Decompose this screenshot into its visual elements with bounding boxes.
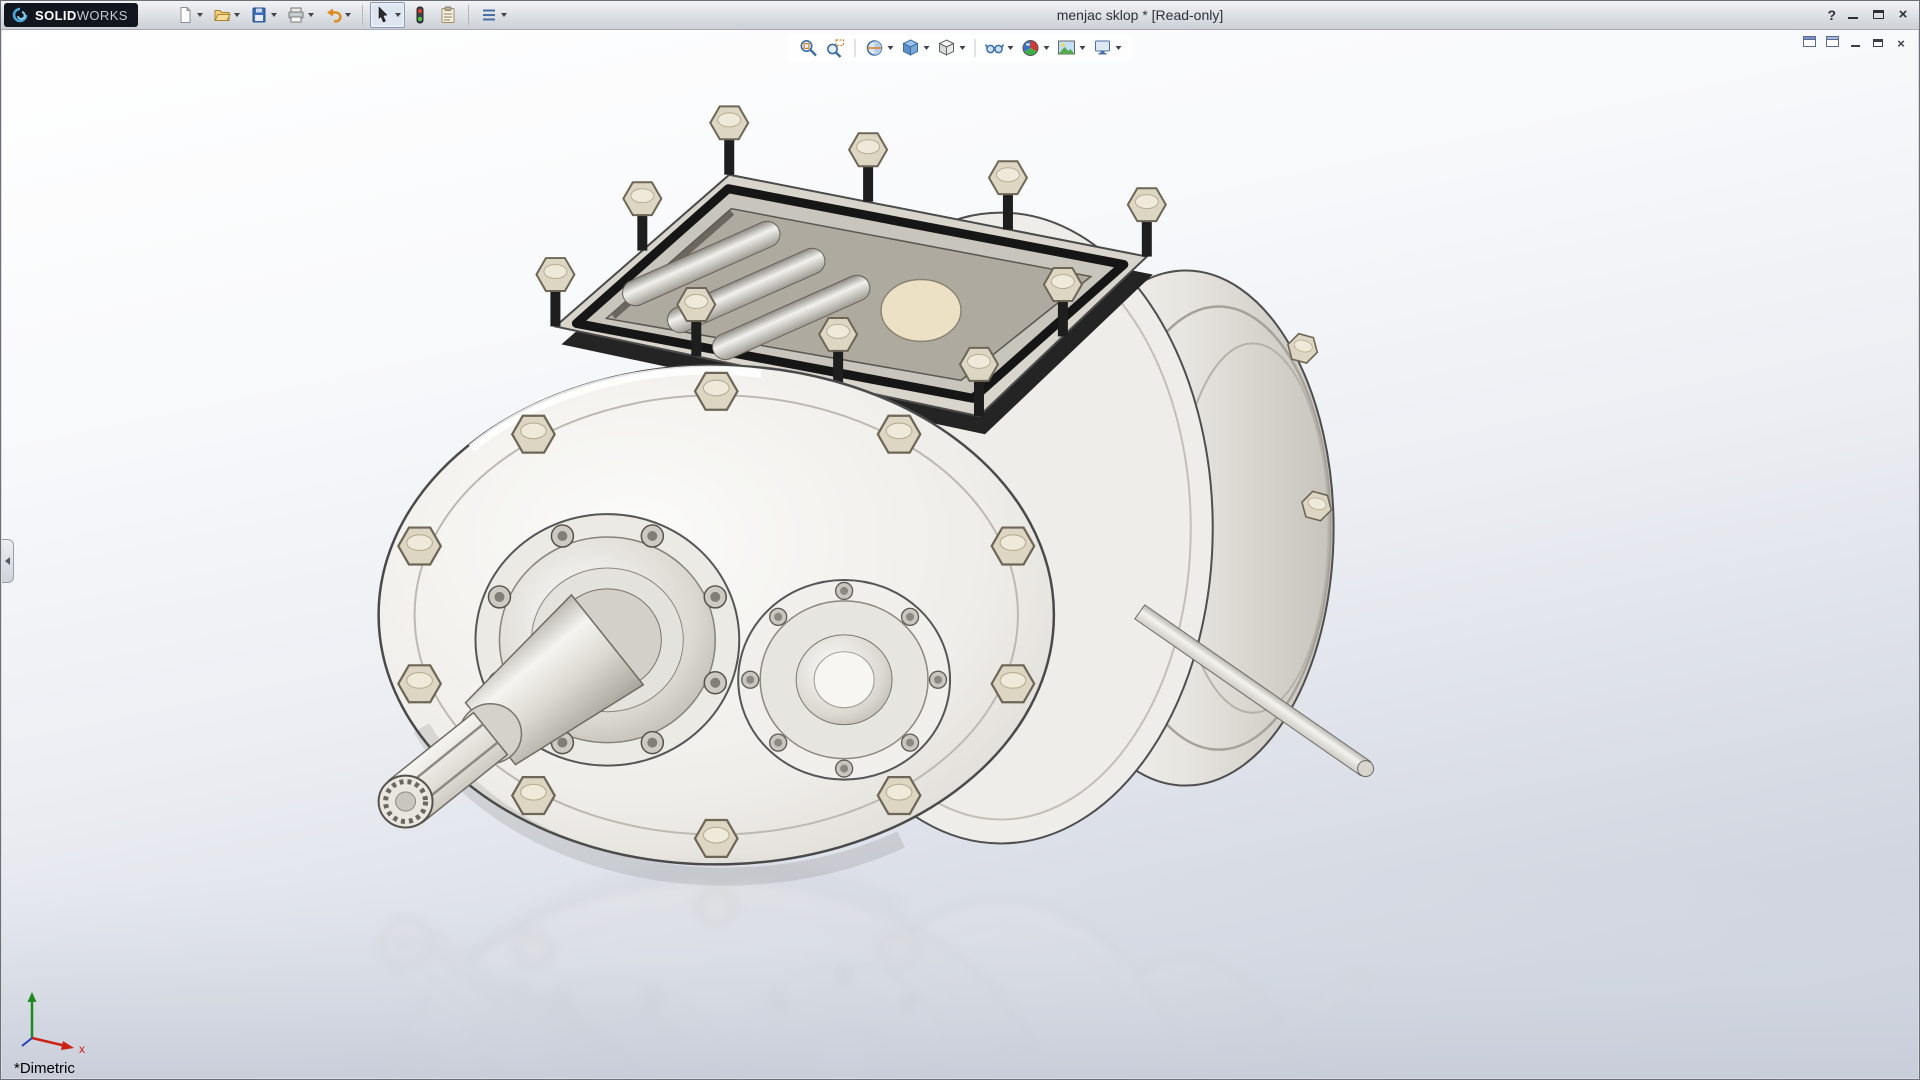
restore-button[interactable] xyxy=(1870,6,1886,24)
minimize-document-button[interactable] xyxy=(1847,36,1863,51)
dropdown-arrow-icon[interactable] xyxy=(197,13,203,17)
restore-icon xyxy=(1873,39,1883,47)
next-window-button[interactable] xyxy=(1824,36,1840,51)
minimize-button[interactable] xyxy=(1845,6,1861,24)
new-document-icon xyxy=(176,6,194,24)
open-folder-icon xyxy=(213,6,231,24)
appearance-ball-icon xyxy=(1021,38,1041,58)
options-list-icon xyxy=(480,6,498,24)
dropdown-arrow-icon[interactable] xyxy=(924,46,930,50)
window-controls: ? × xyxy=(1827,1,1911,29)
window-icon xyxy=(1826,36,1839,47)
dropdown-arrow-icon[interactable] xyxy=(308,13,314,17)
section-view-icon xyxy=(865,38,885,58)
edit-appearance-button[interactable] xyxy=(1019,37,1052,59)
document-title: menjac sklop * [Read-only] xyxy=(1057,1,1224,29)
dropdown-arrow-icon[interactable] xyxy=(1044,46,1050,50)
main-toolbar xyxy=(172,2,511,28)
apply-scene-button[interactable] xyxy=(1055,37,1088,59)
left-pane-collapsed-tab[interactable] xyxy=(2,539,14,583)
dropdown-arrow-icon[interactable] xyxy=(1116,46,1122,50)
minimize-icon xyxy=(1851,45,1860,47)
headsup-toolbar xyxy=(788,35,1133,61)
brand-solid: SOLID xyxy=(35,8,77,23)
section-view-button[interactable] xyxy=(863,37,896,59)
view-orientation-label: *Dimetric xyxy=(14,1060,75,1077)
ds-swirl-icon xyxy=(10,7,30,23)
zoom-to-fit-icon xyxy=(799,38,819,58)
view-orientation-button[interactable] xyxy=(899,37,932,59)
restore-icon xyxy=(1873,10,1884,19)
display-style-icon xyxy=(937,38,957,58)
dropdown-arrow-icon[interactable] xyxy=(395,13,401,17)
dropdown-arrow-icon[interactable] xyxy=(960,46,966,50)
gearbox-model[interactable] xyxy=(2,29,1918,1078)
close-icon: × xyxy=(1897,36,1905,51)
dropdown-arrow-icon[interactable] xyxy=(1080,46,1086,50)
solidworks-logo: SOLIDWORKS xyxy=(4,3,138,27)
select-cursor-icon xyxy=(374,6,392,24)
options-button[interactable] xyxy=(476,2,511,28)
document-window-controls: × xyxy=(1801,36,1909,51)
right-bearing-cover xyxy=(738,580,950,780)
toolbar-separator xyxy=(975,39,976,57)
apply-scene-icon xyxy=(1057,38,1077,58)
previous-window-button[interactable] xyxy=(1801,36,1817,51)
orientation-triad[interactable]: x xyxy=(16,988,96,1054)
toolbar-separator xyxy=(468,5,469,25)
rebuild-stoplight-icon xyxy=(411,6,429,24)
help-button[interactable]: ? xyxy=(1827,7,1836,23)
dropdown-arrow-icon[interactable] xyxy=(888,46,894,50)
undo-icon xyxy=(324,6,342,24)
dropdown-arrow-icon[interactable] xyxy=(1008,46,1014,50)
view-settings-button[interactable] xyxy=(1091,37,1124,59)
undo-button[interactable] xyxy=(320,2,355,28)
close-document-button[interactable]: × xyxy=(1893,36,1909,51)
toolbar-separator xyxy=(362,5,363,25)
titlebar: SOLIDWORKS xyxy=(1,1,1919,30)
close-button[interactable]: × xyxy=(1895,6,1911,24)
hide-show-glasses-icon xyxy=(985,38,1005,58)
zoom-to-area-icon xyxy=(826,38,846,58)
new-document-button[interactable] xyxy=(172,2,207,28)
view-orientation-cube-icon xyxy=(901,38,921,58)
dropdown-arrow-icon[interactable] xyxy=(234,13,240,17)
save-button[interactable] xyxy=(246,2,281,28)
file-properties-icon xyxy=(439,6,457,24)
dropdown-arrow-icon[interactable] xyxy=(345,13,351,17)
chevron-left-icon xyxy=(5,557,10,565)
viewport[interactable]: × x *Dimetric xyxy=(2,29,1918,1078)
open-document-button[interactable] xyxy=(209,2,244,28)
solidworks-window: SOLIDWORKS xyxy=(0,0,1920,1080)
save-icon xyxy=(250,6,268,24)
toolbar-separator xyxy=(855,39,856,57)
x-axis-label: x xyxy=(79,1042,85,1054)
dropdown-arrow-icon[interactable] xyxy=(501,13,507,17)
window-icon xyxy=(1803,36,1816,47)
zoom-to-area-button[interactable] xyxy=(824,37,848,59)
file-properties-button[interactable] xyxy=(435,2,461,28)
print-button[interactable] xyxy=(283,2,318,28)
view-settings-icon xyxy=(1093,38,1113,58)
close-icon: × xyxy=(1899,6,1908,24)
minimize-icon xyxy=(1848,17,1858,19)
zoom-to-fit-button[interactable] xyxy=(797,37,821,59)
display-style-button[interactable] xyxy=(935,37,968,59)
dropdown-arrow-icon[interactable] xyxy=(271,13,277,17)
select-button[interactable] xyxy=(370,2,405,28)
hide-show-items-button[interactable] xyxy=(983,37,1016,59)
rebuild-button[interactable] xyxy=(407,2,433,28)
print-icon xyxy=(287,6,305,24)
brand-text: SOLIDWORKS xyxy=(35,8,128,23)
brand-works: WORKS xyxy=(77,8,128,23)
restore-document-button[interactable] xyxy=(1870,36,1886,51)
